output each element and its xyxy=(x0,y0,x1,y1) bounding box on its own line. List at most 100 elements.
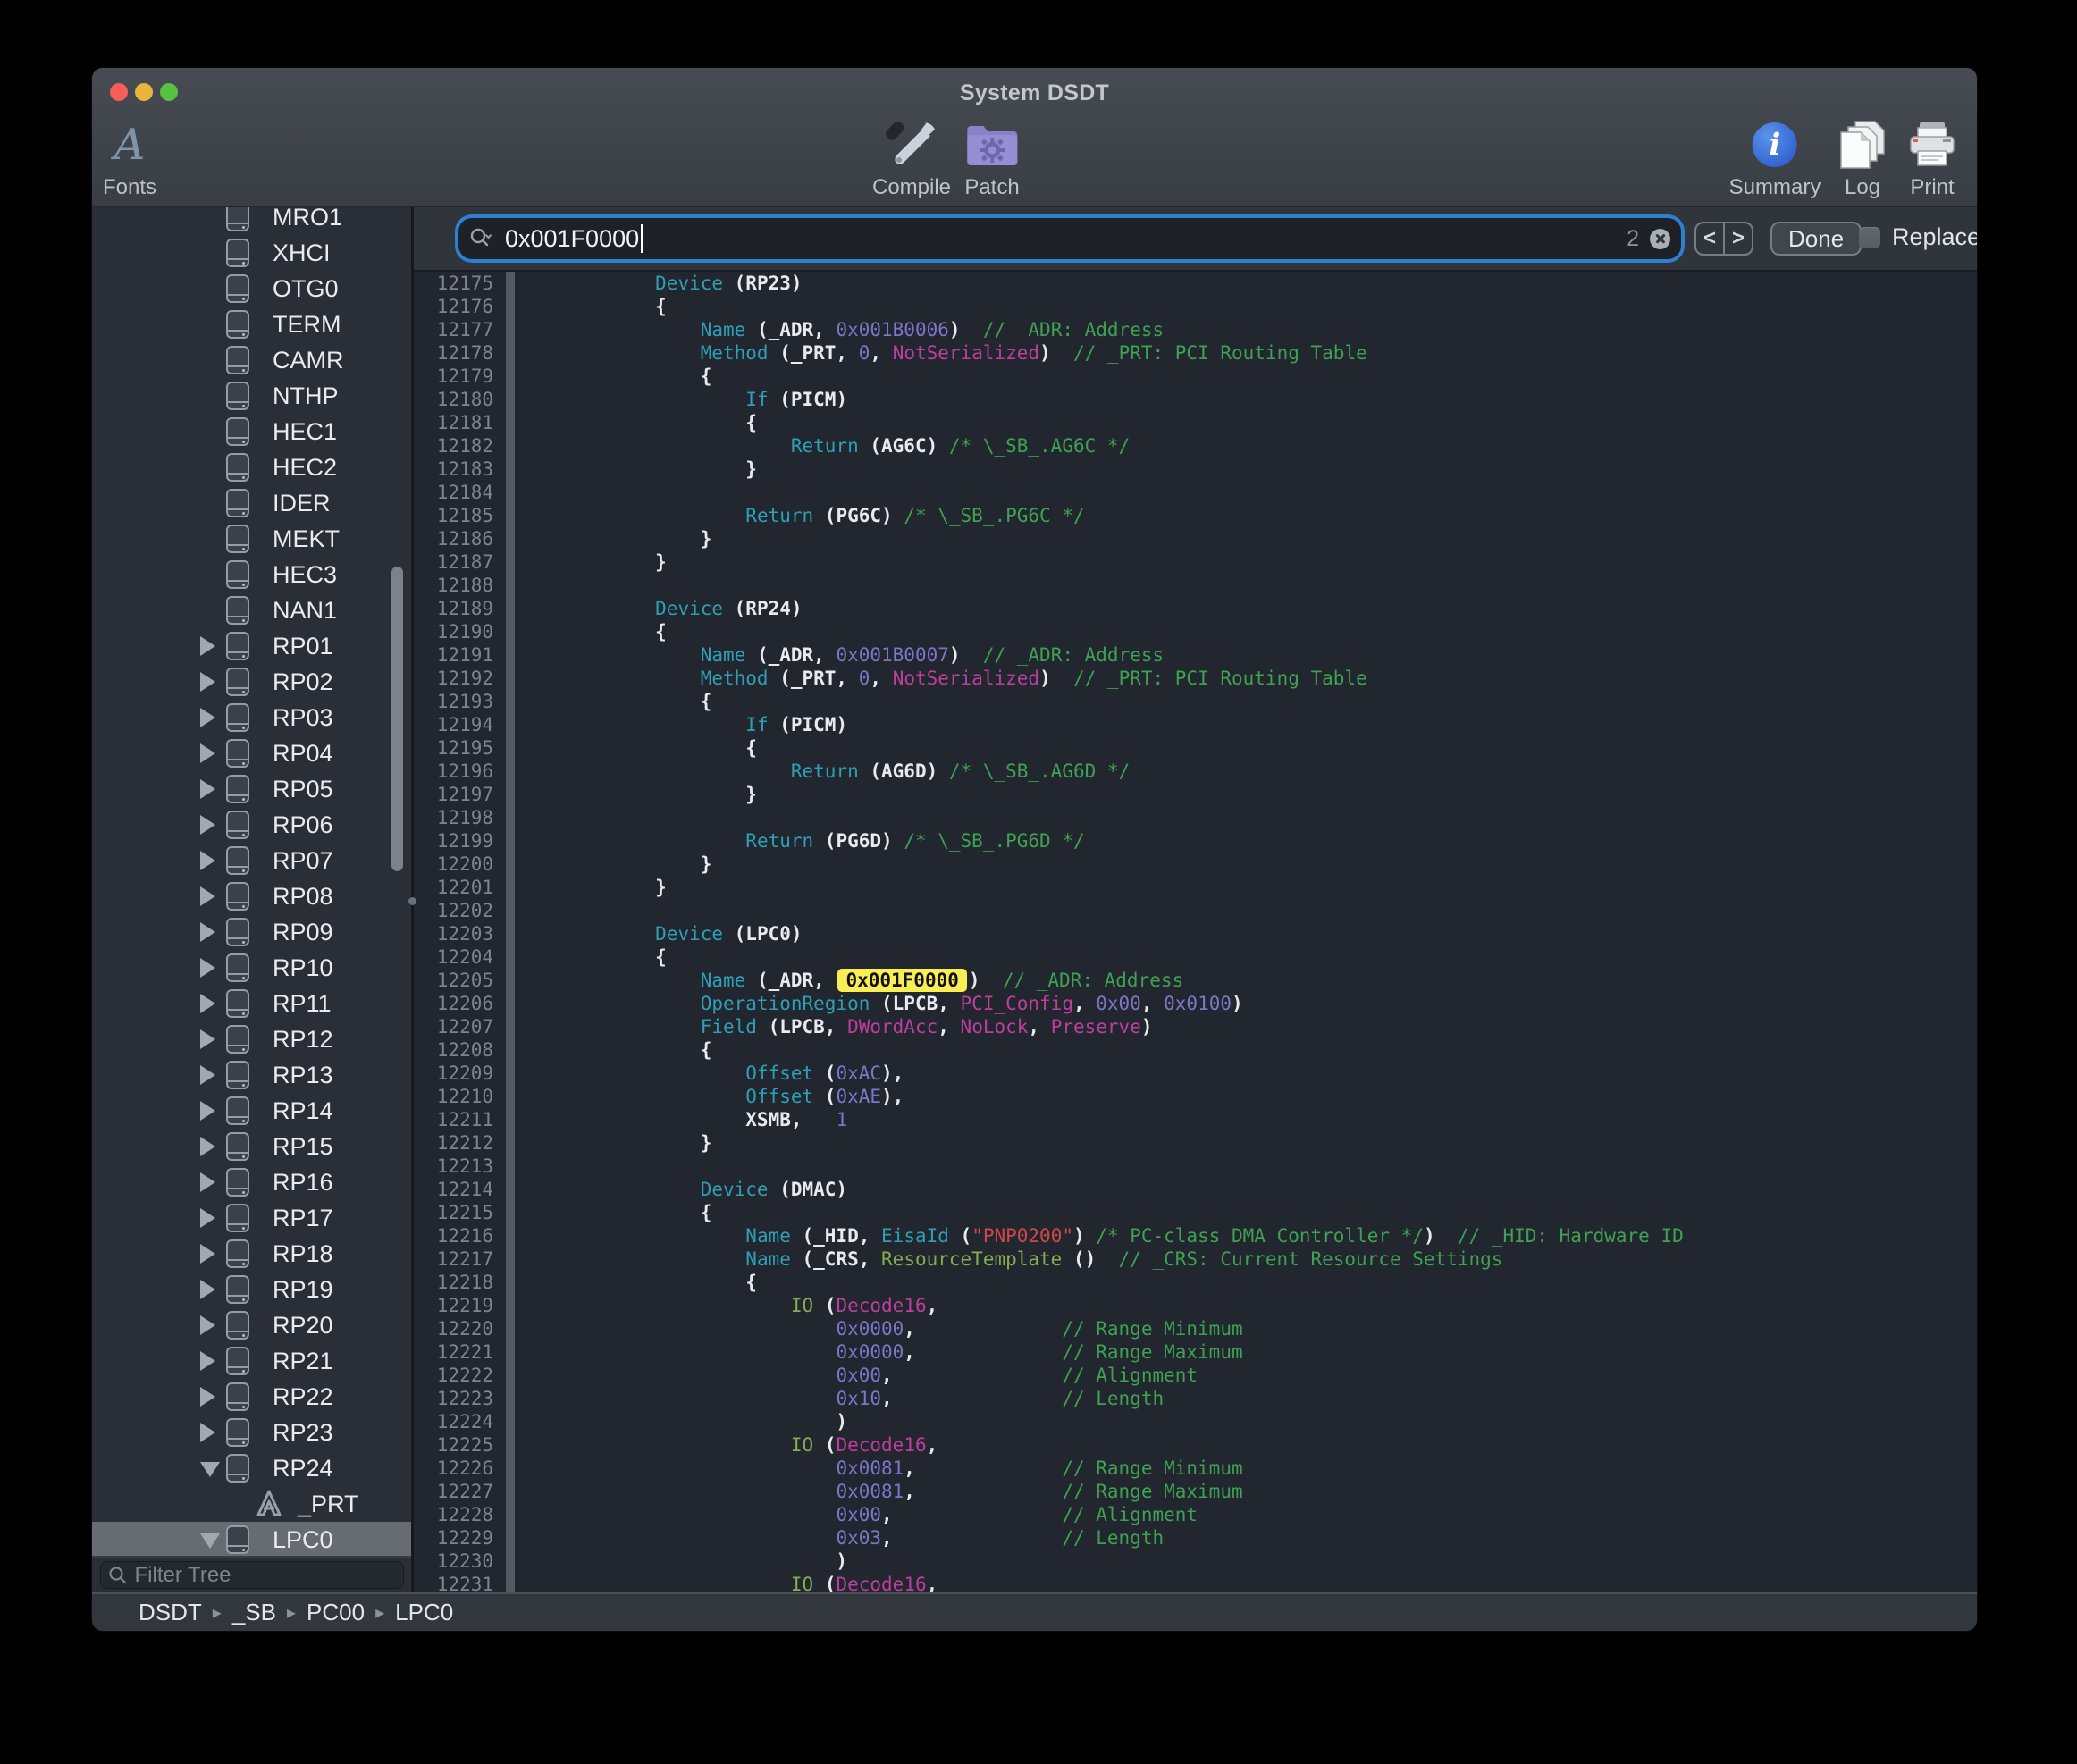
disclosure-triangle-icon[interactable] xyxy=(200,1351,215,1371)
disclosure-triangle-icon[interactable] xyxy=(200,922,215,942)
tree-item-rp23[interactable]: RP23 xyxy=(92,1415,411,1450)
disclosure-triangle-icon[interactable] xyxy=(200,994,215,1013)
tree-item-nthp[interactable]: NTHP xyxy=(92,378,411,414)
tree-item-rp16[interactable]: RP16 xyxy=(92,1164,411,1200)
tree-item-label: RP10 xyxy=(273,954,333,982)
patch-button[interactable]: Patch xyxy=(964,116,1019,200)
tree-item-nan1[interactable]: NAN1 xyxy=(92,592,411,628)
tree-item-_prt[interactable]: _PRT xyxy=(92,1486,411,1522)
next-match-button[interactable]: > xyxy=(1725,223,1752,254)
tree-item-rp19[interactable]: RP19 xyxy=(92,1272,411,1307)
disclosure-triangle-icon[interactable] xyxy=(200,1533,220,1549)
tree-item-rp18[interactable]: RP18 xyxy=(92,1236,411,1272)
code-text: Device (RP24) xyxy=(515,597,1977,620)
tree-item-rp17[interactable]: RP17 xyxy=(92,1200,411,1236)
tree-item-xhci[interactable]: XHCI xyxy=(92,235,411,271)
previous-match-button[interactable]: < xyxy=(1696,223,1725,254)
disclosure-triangle-icon[interactable] xyxy=(200,851,215,870)
tree-item-label: OTG0 xyxy=(273,275,339,303)
tree-item-rp07[interactable]: RP07 xyxy=(92,843,411,878)
disclosure-triangle-icon[interactable] xyxy=(200,779,215,799)
tree-item-rp21[interactable]: RP21 xyxy=(92,1343,411,1379)
window-title: System DSDT xyxy=(92,80,1977,106)
disclosure-triangle-icon[interactable] xyxy=(200,672,215,692)
tree-item-mro1[interactable]: MRO1 xyxy=(92,207,411,235)
code-line: 12186 } xyxy=(414,527,1977,550)
tree-item-otg0[interactable]: OTG0 xyxy=(92,271,411,307)
gutter-separator xyxy=(506,667,515,690)
tree-item-rp04[interactable]: RP04 xyxy=(92,735,411,771)
code-lines[interactable]: 12175 Device (RP23)12176 {12177 Name (_A… xyxy=(414,272,1977,1592)
disclosure-triangle-icon[interactable] xyxy=(200,1208,215,1228)
device-icon xyxy=(226,560,249,589)
disclosure-triangle-icon[interactable] xyxy=(200,958,215,978)
tree-item-ider[interactable]: IDER xyxy=(92,485,411,521)
tree-item-rp11[interactable]: RP11 xyxy=(92,986,411,1021)
disclosure-triangle-icon[interactable] xyxy=(200,1462,220,1477)
tree-item-rp15[interactable]: RP15 xyxy=(92,1129,411,1164)
disclosure-triangle-icon[interactable] xyxy=(200,636,215,656)
tree-item-rp06[interactable]: RP06 xyxy=(92,807,411,843)
code-line: 12193 { xyxy=(414,690,1977,713)
breadcrumb-item-_sb[interactable]: _SB xyxy=(232,1599,276,1626)
find-input[interactable]: 0x001F0000 2 xyxy=(458,218,1681,259)
disclosure-triangle-icon[interactable] xyxy=(200,1137,215,1156)
tree-item-term[interactable]: TERM xyxy=(92,307,411,342)
tree-item-rp22[interactable]: RP22 xyxy=(92,1379,411,1415)
fonts-button[interactable]: A Fonts xyxy=(103,116,156,200)
disclosure-triangle-icon[interactable] xyxy=(200,708,215,727)
tree-item-rp12[interactable]: RP12 xyxy=(92,1021,411,1057)
tree-item-lpc0[interactable]: LPC0 xyxy=(92,1522,411,1556)
tree-item-hec3[interactable]: HEC3 xyxy=(92,557,411,592)
disclosure-triangle-icon[interactable] xyxy=(200,1244,215,1264)
tree-item-rp13[interactable]: RP13 xyxy=(92,1057,411,1093)
device-icon xyxy=(226,1061,249,1089)
line-number: 12214 xyxy=(414,1178,506,1201)
search-menu-icon[interactable] xyxy=(469,227,496,250)
tree-item-hec2[interactable]: HEC2 xyxy=(92,449,411,485)
breadcrumb-item-lpc0[interactable]: LPC0 xyxy=(395,1599,453,1626)
disclosure-triangle-icon[interactable] xyxy=(200,1172,215,1192)
breadcrumb-item-pc00[interactable]: PC00 xyxy=(307,1599,365,1626)
compile-button[interactable]: Compile xyxy=(872,116,951,200)
log-button[interactable]: Log xyxy=(1837,116,1888,200)
tree-item-rp02[interactable]: RP02 xyxy=(92,664,411,700)
disclosure-triangle-icon[interactable] xyxy=(200,1029,215,1049)
disclosure-triangle-icon[interactable] xyxy=(200,1423,215,1442)
find-bar: 0x001F0000 2 < > Done Replace xyxy=(414,207,1977,272)
filter-tree-input[interactable]: Filter Tree xyxy=(100,1561,404,1589)
code-text: IO (Decode16, xyxy=(515,1433,1977,1457)
tree-item-hec1[interactable]: HEC1 xyxy=(92,414,411,449)
disclosure-triangle-icon[interactable] xyxy=(200,886,215,906)
tree-item-rp03[interactable]: RP03 xyxy=(92,700,411,735)
tree-item-rp05[interactable]: RP05 xyxy=(92,771,411,807)
gutter-separator xyxy=(506,504,515,527)
tree-item-mekt[interactable]: MEKT xyxy=(92,521,411,557)
gutter-separator xyxy=(506,1364,515,1387)
tree-item-rp24[interactable]: RP24 xyxy=(92,1450,411,1486)
disclosure-triangle-icon[interactable] xyxy=(200,1101,215,1121)
disclosure-triangle-icon[interactable] xyxy=(200,1065,215,1085)
device-icon xyxy=(226,1311,249,1340)
tree-item-rp08[interactable]: RP08 xyxy=(92,878,411,914)
tree-item-camr[interactable]: CAMR xyxy=(92,342,411,378)
code-text: 0x0000, // Range Maximum xyxy=(515,1340,1977,1364)
print-button[interactable]: Print xyxy=(1907,116,1957,200)
done-button[interactable]: Done xyxy=(1770,222,1862,256)
disclosure-triangle-icon[interactable] xyxy=(200,743,215,763)
tree-item-rp01[interactable]: RP01 xyxy=(92,628,411,664)
breadcrumb-item-dsdt[interactable]: DSDT xyxy=(139,1599,202,1626)
disclosure-triangle-icon[interactable] xyxy=(200,1315,215,1335)
tree-item-rp09[interactable]: RP09 xyxy=(92,914,411,950)
disclosure-triangle-icon[interactable] xyxy=(200,815,215,835)
disclosure-triangle-icon[interactable] xyxy=(200,1280,215,1299)
disclosure-triangle-icon[interactable] xyxy=(200,1387,215,1407)
sidebar-scrollbar[interactable] xyxy=(391,567,403,871)
code-line: 12184 xyxy=(414,481,1977,504)
replace-checkbox[interactable] xyxy=(1859,227,1880,248)
clear-search-icon[interactable] xyxy=(1650,229,1670,249)
tree-item-rp14[interactable]: RP14 xyxy=(92,1093,411,1129)
tree-item-rp20[interactable]: RP20 xyxy=(92,1307,411,1343)
summary-button[interactable]: i Summary xyxy=(1729,116,1821,200)
tree-item-rp10[interactable]: RP10 xyxy=(92,950,411,986)
